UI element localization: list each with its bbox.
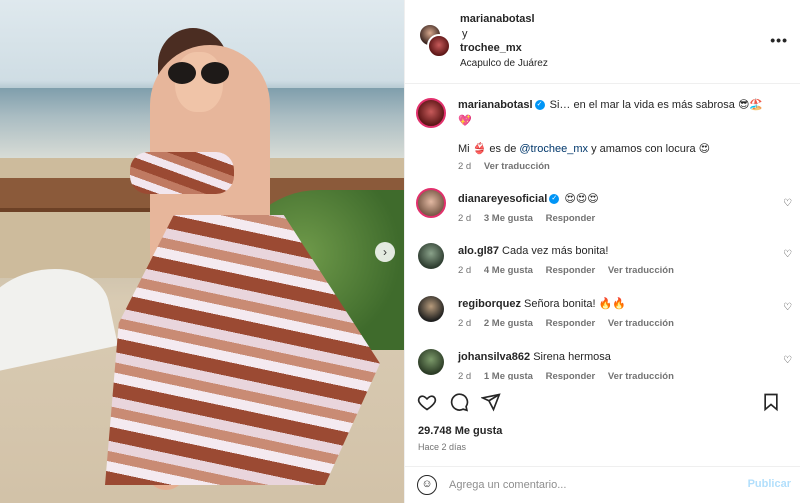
bookmark-icon[interactable] bbox=[761, 392, 781, 417]
translate-link[interactable]: Ver traducción bbox=[608, 371, 674, 380]
heart-icon[interactable]: ♡ bbox=[783, 302, 792, 313]
comment-body: Señora bonita! 🔥🔥 bbox=[524, 298, 627, 310]
reply-link[interactable]: Responder bbox=[546, 213, 596, 224]
header-username-1[interactable]: marianabotasl bbox=[460, 13, 535, 25]
comment-time: 2 d bbox=[458, 371, 472, 380]
sunglasses bbox=[168, 62, 230, 84]
likes-count[interactable]: 29.748 Me gusta bbox=[418, 425, 502, 437]
heart-icon[interactable] bbox=[417, 392, 437, 417]
caption-line1: Si… en el mar la vida es más sabrosa 😎🏖️ bbox=[549, 99, 764, 111]
comment-likes[interactable]: 2 Me gusta bbox=[484, 318, 533, 329]
comment-time: 2 d bbox=[458, 318, 472, 329]
comment-likes[interactable]: 3 Me gusta bbox=[484, 213, 533, 224]
header-joiner: y bbox=[462, 28, 468, 40]
comment-body: 😍😍😍 bbox=[564, 193, 599, 205]
heart-icon[interactable]: ♡ bbox=[783, 198, 792, 209]
caption-line2-pre: Mi 👙 es de bbox=[458, 143, 520, 155]
comment-text: alo.gl87 Cada vez más bonita! bbox=[458, 243, 771, 259]
comments-list[interactable]: marianabotasl ✓ Si… en el mar la vida es … bbox=[405, 85, 800, 380]
post-time: Hace 2 días bbox=[418, 442, 467, 452]
avatar bbox=[427, 34, 451, 58]
caption-time: 2 d bbox=[458, 161, 472, 172]
comment-username[interactable]: johansilva862 bbox=[458, 351, 530, 363]
caption-line2-post: y amamos con locura 😍 bbox=[588, 143, 711, 155]
heart-icon[interactable]: ♡ bbox=[783, 249, 792, 260]
caption-text: marianabotasl ✓ Si… en el mar la vida es … bbox=[458, 97, 771, 129]
caption-line1b: 💖 bbox=[458, 115, 472, 127]
comment-username[interactable]: dianareyesoficial bbox=[458, 193, 547, 205]
comment-meta: 2 d 3 Me gusta Responder bbox=[458, 213, 605, 224]
action-bar bbox=[405, 388, 800, 416]
comment-likes[interactable]: 4 Me gusta bbox=[484, 265, 533, 276]
reply-link[interactable]: Responder bbox=[546, 265, 596, 276]
comment-meta: 2 d 4 Me gusta Responder Ver traducción bbox=[458, 265, 684, 276]
heart-icon[interactable]: ♡ bbox=[783, 355, 792, 366]
header-username-2[interactable]: trochee_mx bbox=[460, 42, 522, 54]
comment-body: Cada vez más bonita! bbox=[502, 245, 609, 257]
comment-meta: 2 d 1 Me gusta Responder Ver traducción bbox=[458, 371, 684, 380]
verified-badge-icon: ✓ bbox=[549, 194, 560, 205]
post-view: › marianabotasl y trochee_mx Acapulco de… bbox=[0, 0, 800, 503]
comment-username[interactable]: alo.gl87 bbox=[458, 245, 499, 257]
bikini-top bbox=[130, 152, 234, 194]
reply-link[interactable]: Responder bbox=[546, 371, 596, 380]
location-link[interactable]: Acapulco de Juárez bbox=[460, 58, 548, 69]
collab-avatars[interactable] bbox=[419, 24, 453, 58]
comment-icon[interactable] bbox=[449, 392, 469, 417]
comment-composer: ☺ Publicar bbox=[405, 466, 800, 503]
comment-text: johansilva862 Sirena hermosa bbox=[458, 349, 771, 365]
comment-text: regiborquez Señora bonita! 🔥🔥 bbox=[458, 296, 771, 312]
post-photo[interactable]: › bbox=[0, 0, 404, 503]
caption-meta: 2 d Ver traducción bbox=[458, 161, 560, 172]
avatar[interactable] bbox=[418, 296, 444, 322]
comment-input[interactable] bbox=[449, 475, 729, 495]
post-header: marianabotasl y trochee_mx Acapulco de J… bbox=[405, 0, 800, 84]
translate-link[interactable]: Ver traducción bbox=[484, 161, 550, 172]
avatar[interactable] bbox=[416, 188, 446, 218]
translate-link[interactable]: Ver traducción bbox=[608, 318, 674, 329]
comment-likes[interactable]: 1 Me gusta bbox=[484, 371, 533, 380]
comment-body: Sirena hermosa bbox=[533, 351, 611, 363]
chevron-right-icon[interactable]: › bbox=[375, 242, 395, 262]
share-icon[interactable] bbox=[480, 392, 501, 417]
avatar[interactable] bbox=[418, 243, 444, 269]
post-side-panel: marianabotasl y trochee_mx Acapulco de J… bbox=[404, 0, 800, 503]
comment-username[interactable]: regiborquez bbox=[458, 298, 521, 310]
translate-link[interactable]: Ver traducción bbox=[608, 265, 674, 276]
post-button[interactable]: Publicar bbox=[748, 478, 791, 490]
comment-meta: 2 d 2 Me gusta Responder Ver traducción bbox=[458, 318, 684, 329]
avatar[interactable] bbox=[416, 98, 446, 128]
comment-time: 2 d bbox=[458, 213, 472, 224]
more-options-icon[interactable]: ••• bbox=[770, 32, 788, 48]
emoji-icon[interactable]: ☺ bbox=[417, 475, 437, 495]
reply-link[interactable]: Responder bbox=[546, 318, 596, 329]
verified-badge-icon: ✓ bbox=[534, 100, 545, 111]
caption-line2: Mi 👙 es de @trochee_mx y amamos con locu… bbox=[458, 141, 771, 157]
comment-time: 2 d bbox=[458, 265, 472, 276]
caption-username[interactable]: marianabotasl bbox=[458, 99, 533, 111]
mention-link[interactable]: @trochee_mx bbox=[519, 143, 588, 155]
avatar[interactable] bbox=[418, 349, 444, 375]
comment-text: dianareyesoficial ✓ 😍😍😍 bbox=[458, 191, 771, 207]
